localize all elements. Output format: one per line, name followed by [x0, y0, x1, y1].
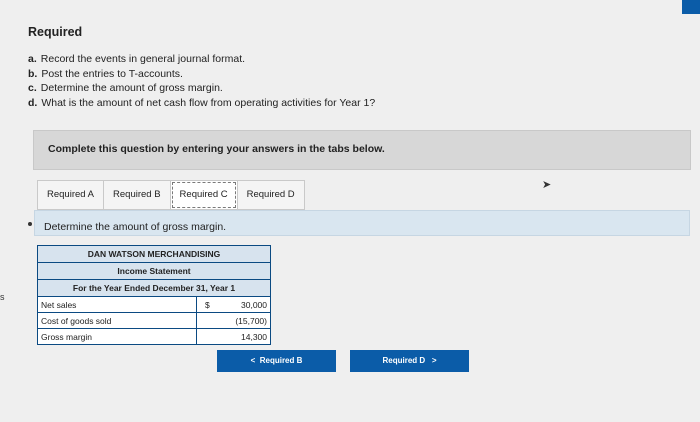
- question-item: d. What is the amount of net cash flow fr…: [28, 96, 376, 109]
- chevron-left-icon: <: [250, 356, 256, 365]
- table-row: Net sales $ 30,000: [37, 297, 271, 313]
- question-item: a. Record the events in general journal f…: [28, 53, 246, 65]
- content-prompt: Determine the amount of gross margin.: [44, 221, 227, 233]
- table-row: Cost of goods sold (15,700): [37, 313, 271, 329]
- row-value-input[interactable]: $ 30,000: [197, 297, 271, 313]
- mouse-cursor-icon: ➤: [542, 179, 552, 191]
- tab-required-b[interactable]: Required B: [103, 180, 171, 210]
- question-list: a. Record the events in general journal f…: [28, 52, 375, 110]
- row-value-input[interactable]: (15,700): [197, 313, 271, 329]
- tab-required-d[interactable]: Required D: [236, 180, 305, 210]
- edge-text-fragment: s: [0, 292, 5, 302]
- table-row: Gross margin 14,300: [37, 329, 271, 345]
- next-tab-button[interactable]: Required D >: [350, 350, 469, 372]
- bullet-icon: [28, 222, 32, 226]
- question-item: c. Determine the amount of gross margin.: [28, 82, 223, 94]
- instruction-text: Complete this question by entering your …: [48, 143, 385, 155]
- statement-company: DAN WATSON MERCHANDISING: [38, 246, 270, 263]
- previous-tab-label: Required B: [259, 356, 303, 365]
- chevron-right-icon: >: [431, 356, 437, 365]
- currency-symbol: $: [205, 300, 210, 310]
- row-value: (15,700): [235, 316, 267, 326]
- row-label-input[interactable]: Net sales: [37, 297, 197, 313]
- previous-tab-button[interactable]: < Required B: [217, 350, 336, 372]
- row-value-input[interactable]: 14,300: [197, 329, 271, 345]
- page-heading: Required: [28, 25, 83, 39]
- question-item: b. Post the entries to T-accounts.: [28, 67, 183, 80]
- statement-header: DAN WATSON MERCHANDISING Income Statemen…: [37, 245, 271, 297]
- tab-required-a[interactable]: Required A: [37, 180, 105, 210]
- statement-title: Income Statement: [38, 263, 270, 280]
- row-value: 14,300: [241, 332, 267, 342]
- income-statement-table: DAN WATSON MERCHANDISING Income Statemen…: [37, 245, 271, 345]
- tab-required-c[interactable]: Required C: [169, 180, 238, 210]
- row-value: 30,000: [241, 300, 267, 310]
- row-label-input[interactable]: Gross margin: [37, 329, 197, 345]
- tab-bar: Required A Required B Required C Require…: [37, 180, 305, 210]
- statement-period: For the Year Ended December 31, Year 1: [38, 280, 270, 297]
- row-label-input[interactable]: Cost of goods sold: [37, 313, 197, 329]
- corner-badge[interactable]: [682, 0, 700, 14]
- next-tab-label: Required D: [382, 356, 426, 365]
